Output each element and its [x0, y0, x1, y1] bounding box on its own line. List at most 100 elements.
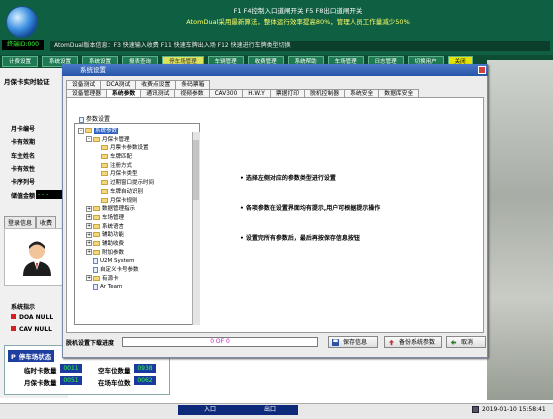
terminal-id-lcd: 终端ID:000	[2, 40, 44, 50]
tree-node[interactable]: - 系统参数	[78, 127, 190, 136]
status-doa: DOA NULL	[11, 314, 53, 321]
tree-node[interactable]: + 有源卡	[78, 275, 190, 284]
folder-icon	[93, 240, 100, 246]
save-button-label: 保存信息	[343, 339, 368, 346]
tree-expand-icon[interactable]: +	[86, 214, 92, 221]
cancel-arrow-icon	[450, 339, 457, 346]
hint-2: • 各项参数在设置界面均有提示,用户可根据提示操作	[240, 205, 381, 212]
tree-expand-icon[interactable]: +	[86, 275, 92, 282]
tree-node[interactable]: + 辅助功能	[78, 231, 190, 240]
folder-icon	[101, 197, 108, 203]
entry-button[interactable]: 入口	[178, 405, 242, 415]
folder-icon	[101, 154, 108, 160]
tree-node[interactable]: - 月保卡管理	[78, 136, 190, 145]
temp-card-count-value: 0011	[60, 364, 82, 373]
tree-node-label: 自定义卡号参数	[100, 267, 139, 273]
document-icon	[93, 283, 98, 290]
tree-node[interactable]: + 车场管理	[78, 214, 190, 223]
folder-icon	[93, 136, 100, 142]
tree-node[interactable]: 月保卡类型	[78, 170, 190, 179]
exit-button[interactable]: 出口	[242, 405, 298, 415]
tree-node-label: 系统语言	[102, 223, 125, 230]
tree-node[interactable]: + 辅助收费	[78, 240, 190, 249]
field-card-number: 月卡编号	[11, 126, 36, 133]
tree-node[interactable]: Ar Team	[78, 283, 190, 292]
status-dot-icon	[11, 326, 16, 331]
tree-expand-icon[interactable]: -	[86, 136, 92, 143]
tree-node[interactable]: 自定义卡号参数	[78, 266, 190, 275]
folder-icon	[101, 145, 108, 151]
tree-node[interactable]: 月保卡规则	[78, 197, 190, 206]
folder-icon	[101, 171, 108, 177]
tree-node-label: 车牌匹配	[110, 154, 133, 161]
settings-doc-icon	[79, 116, 84, 123]
folder-icon	[93, 275, 100, 281]
monthly-card-count-value: 0051	[60, 376, 82, 385]
empty-space-value: 0938	[134, 364, 156, 373]
backup-params-button[interactable]: 备份系统参数	[384, 336, 442, 348]
tree-node-label: 车场管理	[102, 214, 125, 221]
tree-node[interactable]: + 附加参数	[78, 249, 190, 258]
field-card-validity: 卡有效性	[11, 166, 36, 173]
tree-node[interactable]: + 系统语言	[78, 223, 190, 232]
tree-node[interactable]: 注册方式	[78, 162, 190, 171]
globe-logo-icon	[6, 6, 38, 38]
tree-node-label: 月保卡类型	[110, 171, 138, 178]
status-dot-icon	[11, 314, 16, 319]
tree-node-label: 月票卡参数设置	[110, 145, 149, 152]
tree-expand-icon[interactable]: +	[86, 205, 92, 212]
folder-icon	[101, 162, 108, 168]
tree-expand-icon[interactable]: +	[86, 240, 92, 247]
status-cav: CAV NULL	[11, 326, 52, 333]
nav-item-0[interactable]: 计费设置	[2, 56, 39, 67]
tree-node-label: 车牌自动识别	[110, 188, 144, 195]
camera-video-view	[487, 60, 553, 400]
empty-space-label: 空车位数量	[98, 367, 131, 375]
save-button[interactable]: 保存信息	[328, 336, 378, 348]
status-doa-label: DOA NULL	[19, 314, 54, 321]
tree-header: 参数设置	[79, 114, 110, 123]
folder-icon	[93, 232, 100, 238]
hint-1: • 选择左侧对应的参数类型进行设置	[240, 175, 336, 182]
tree-node[interactable]: + 数据管理指示	[78, 205, 190, 214]
tree-expand-icon[interactable]: -	[78, 127, 84, 134]
monthly-card-count-label: 月保卡数量	[24, 379, 57, 387]
folder-icon	[93, 223, 100, 229]
tree-node[interactable]: 过期窗口提示时间	[78, 179, 190, 188]
tree-node[interactable]: 车牌匹配	[78, 153, 190, 162]
tree-node-label: 注册方式	[110, 162, 133, 169]
tree-expand-icon[interactable]: +	[86, 231, 92, 238]
tree-node-label: 附加参数	[102, 249, 125, 256]
tree-node-label: 月保卡规则	[110, 197, 138, 204]
tree-scrollbar-thumb[interactable]	[193, 140, 199, 200]
tree-node-label: 过期窗口提示时间	[110, 180, 155, 187]
tree-node[interactable]: 车牌自动识别	[78, 188, 190, 197]
folder-icon	[101, 188, 108, 194]
close-icon[interactable]	[478, 66, 486, 74]
clock-icon	[472, 406, 479, 413]
folder-icon	[93, 206, 100, 212]
tree-node[interactable]: U2M System	[78, 257, 190, 266]
document-icon	[93, 257, 98, 264]
tree-expand-icon[interactable]: +	[86, 249, 92, 256]
download-progress-label: 脱机设置下载进度	[66, 340, 115, 347]
download-progress-text: 0 OF 0	[210, 338, 230, 345]
tree-nodes: - 系统参数 - 月保卡管理 月票卡参数设置 车牌匹配 注册方式 月保卡类型 过期窗口提示时间车…	[78, 127, 190, 292]
tree-node-label: 数据管理指示	[102, 206, 136, 213]
folder-icon	[85, 128, 92, 133]
folder-icon	[101, 180, 108, 186]
tree-node-label: U2M System	[100, 258, 135, 265]
field-card-serial: 卡序列号	[11, 179, 36, 186]
avatar-panel	[4, 228, 68, 286]
hint-marquee: F1 F4控制入口道闸开关 F5 F8出口道闸开关 AtomDual采用最新算法…	[48, 6, 548, 38]
save-icon	[332, 339, 339, 346]
occupied-space-label: 在场车位数	[98, 379, 131, 387]
tree-expand-icon[interactable]: +	[86, 223, 92, 230]
cancel-button[interactable]: 取消	[446, 336, 486, 348]
tree-node[interactable]: 月票卡参数设置	[78, 144, 190, 153]
folder-icon	[93, 214, 100, 220]
field-owner-name: 车主姓名	[11, 153, 36, 160]
datetime: 2019-01-10 15:58:41	[482, 406, 546, 413]
tree-node-label: 辅助功能	[102, 232, 125, 239]
temp-card-count-label: 临时卡数量	[24, 367, 57, 375]
